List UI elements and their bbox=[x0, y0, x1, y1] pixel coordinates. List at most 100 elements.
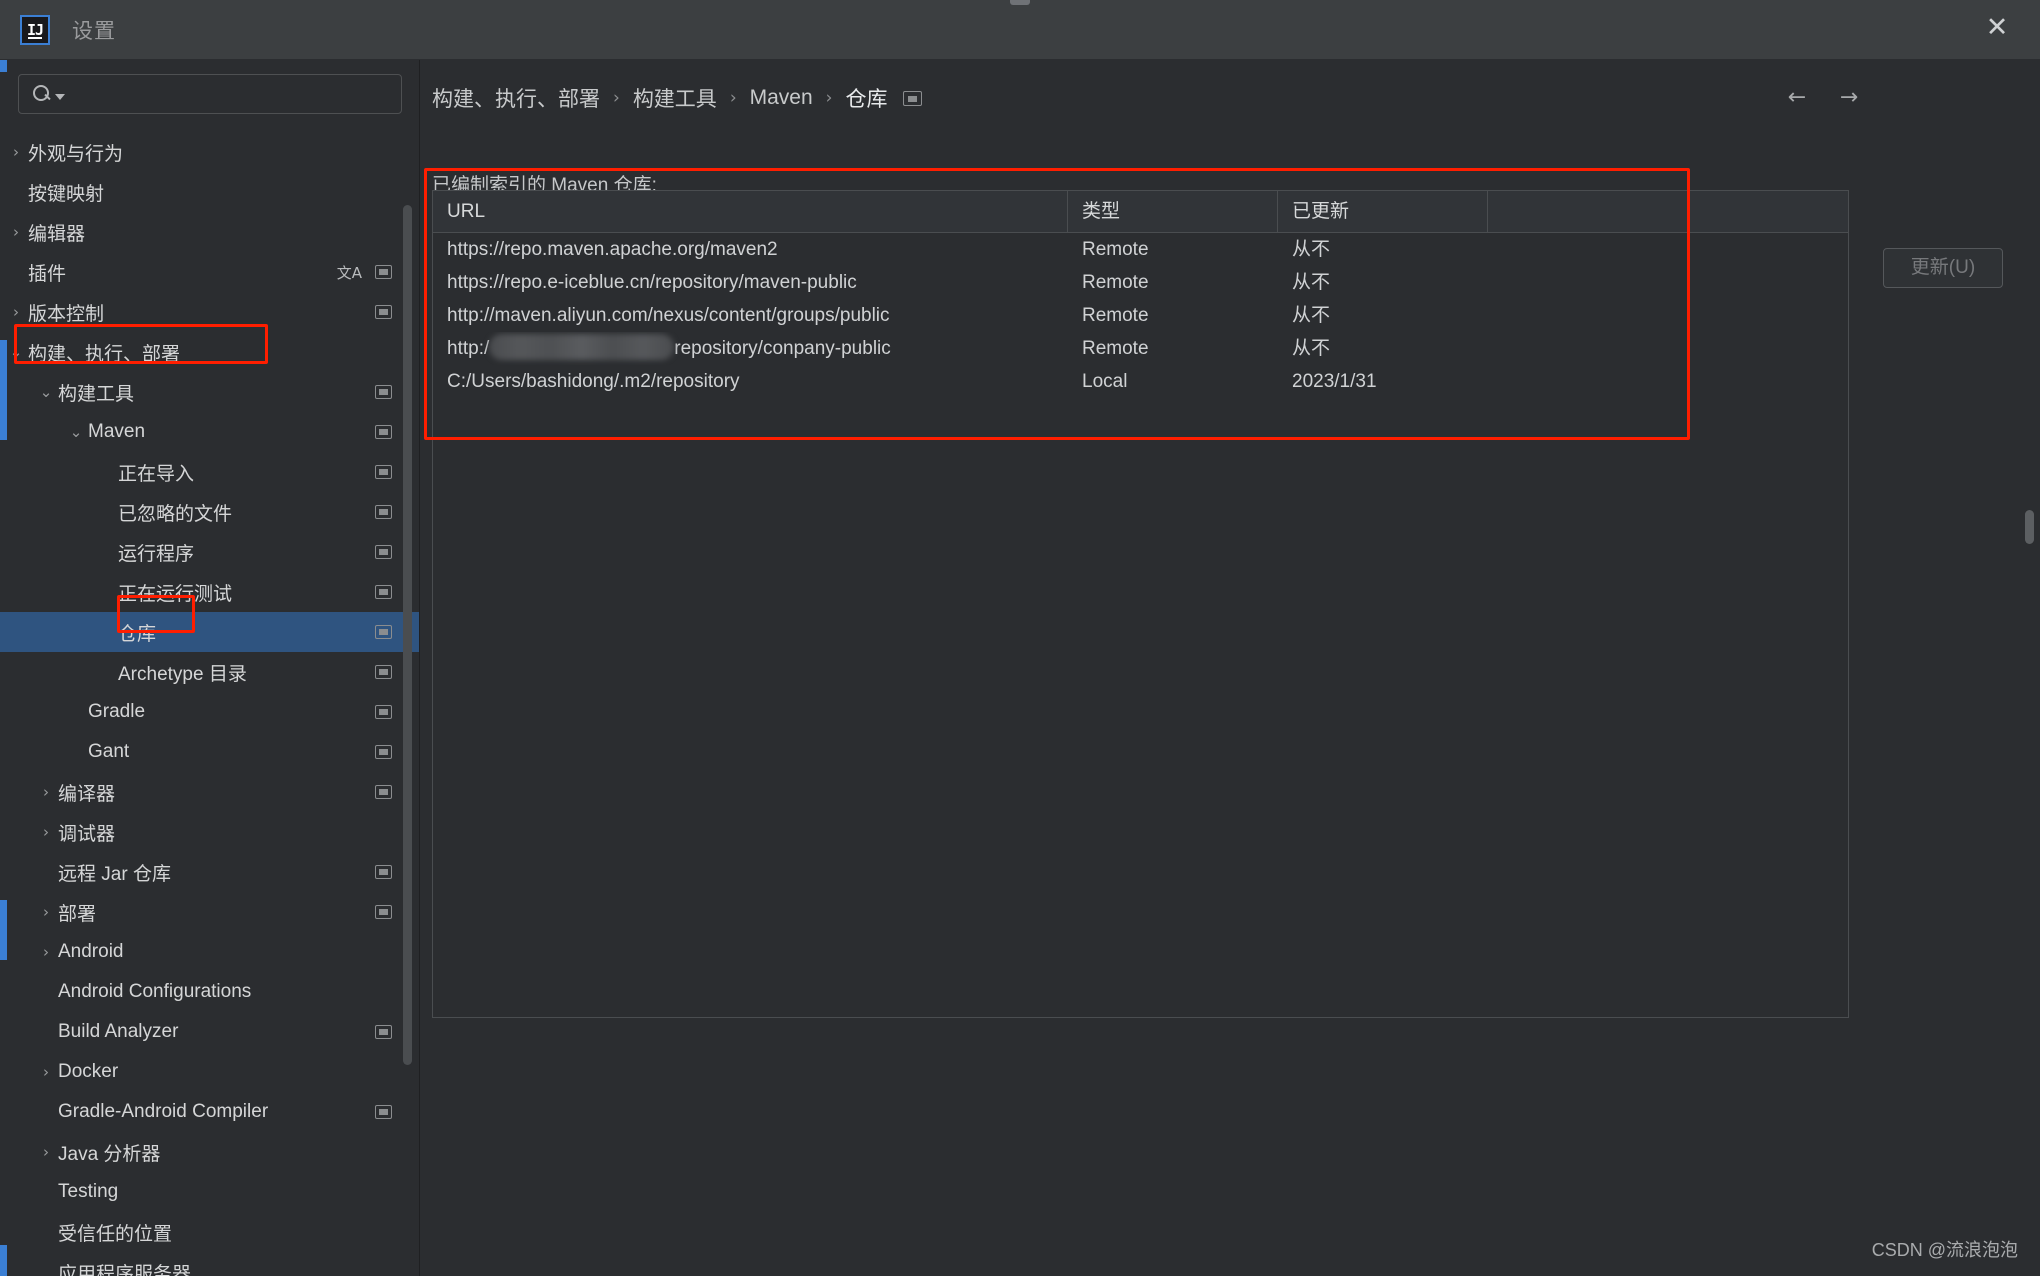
sidebar-item-24[interactable]: Gradle-Android Compiler bbox=[0, 1092, 420, 1132]
settings-chip-icon[interactable] bbox=[375, 1025, 392, 1039]
sidebar-item-12[interactable]: 仓库 bbox=[0, 612, 420, 652]
chevron-right-icon[interactable]: › bbox=[36, 823, 56, 841]
settings-chip-icon[interactable] bbox=[375, 865, 392, 879]
settings-chip-icon[interactable] bbox=[375, 785, 392, 799]
sidebar-item-23[interactable]: › Docker bbox=[0, 1052, 420, 1092]
table-row[interactable]: http://maven.aliyun.com/nexus/content/gr… bbox=[433, 299, 1848, 332]
settings-chip-icon[interactable] bbox=[375, 425, 392, 439]
content-scrollbar[interactable] bbox=[2025, 510, 2034, 544]
sidebar-item-10[interactable]: 运行程序 bbox=[0, 532, 420, 572]
table-column-header-3[interactable] bbox=[1488, 191, 1848, 233]
table-column-header-0[interactable]: URL bbox=[433, 190, 1068, 233]
settings-tree[interactable]: › 外观与行为 按键映射 › 编辑器 插件 文A › 版本控制 ⌄ 构建、执行、部署 ⌄ 构建工具 ⌄ Ma… bbox=[0, 132, 420, 1276]
chevron-right-icon[interactable]: › bbox=[36, 1143, 56, 1161]
translate-icon[interactable]: 文A bbox=[337, 262, 362, 283]
sidebar-item-28[interactable]: 应用程序服务器 bbox=[0, 1252, 420, 1276]
settings-chip-icon[interactable] bbox=[375, 465, 392, 479]
settings-chip-icon[interactable] bbox=[375, 385, 392, 399]
chevron-down-icon[interactable]: ⌄ bbox=[6, 343, 26, 361]
chevron-down-icon[interactable]: ⌄ bbox=[36, 383, 56, 401]
settings-chip-icon[interactable] bbox=[375, 665, 392, 679]
sidebar-item-13[interactable]: Archetype 目录 bbox=[0, 652, 420, 692]
sidebar-item-3[interactable]: 插件 文A bbox=[0, 252, 420, 292]
sidebar-item-label: 构建工具 bbox=[58, 383, 135, 405]
chevron-right-icon[interactable]: › bbox=[6, 223, 26, 241]
settings-chip-icon[interactable] bbox=[375, 1105, 392, 1119]
sidebar-item-0[interactable]: › 外观与行为 bbox=[0, 132, 420, 172]
sidebar-item-21[interactable]: Android Configurations bbox=[0, 972, 420, 1012]
sidebar-item-22[interactable]: Build Analyzer bbox=[0, 1012, 420, 1052]
cell-type: Remote bbox=[1082, 239, 1149, 260]
sidebar-item-label: 已忽略的文件 bbox=[118, 503, 233, 525]
chevron-down-icon[interactable] bbox=[55, 93, 65, 100]
chevron-right-icon[interactable]: › bbox=[36, 943, 56, 961]
chevron-right-icon[interactable]: › bbox=[36, 1063, 56, 1081]
window-drag-nub[interactable] bbox=[1010, 0, 1030, 5]
settings-sidebar: › 外观与行为 按键映射 › 编辑器 插件 文A › 版本控制 ⌄ 构建、执行、部署 ⌄ 构建工具 ⌄ Ma… bbox=[0, 60, 420, 1276]
table-row[interactable]: https://repo.maven.apache.org/maven2 Remo… bbox=[433, 233, 1848, 266]
sidebar-item-label: Android bbox=[58, 941, 124, 962]
sidebar-item-6[interactable]: ⌄ 构建工具 bbox=[0, 372, 420, 412]
sidebar-item-label: 应用程序服务器 bbox=[58, 1263, 192, 1276]
settings-chip-icon[interactable] bbox=[375, 705, 392, 719]
breadcrumb-item-0[interactable]: 构建、执行、部署 bbox=[432, 83, 600, 113]
chevron-right-icon[interactable]: › bbox=[36, 783, 56, 801]
chevron-right-icon[interactable]: › bbox=[6, 303, 26, 321]
sidebar-item-9[interactable]: 已忽略的文件 bbox=[0, 492, 420, 532]
chevron-right-icon[interactable]: › bbox=[36, 903, 56, 921]
table-row[interactable]: https://repo.e-iceblue.cn/repository/mav… bbox=[433, 266, 1848, 299]
settings-dialog: IJ 设置 ✕ › 外观与行为 按键映射 › 编辑器 插件 文A › 版本控制 ⌄ 构建、执行、部署… bbox=[0, 0, 2040, 1276]
settings-chip-icon[interactable] bbox=[375, 585, 392, 599]
table-row[interactable]: http:/ repository/conpany-public Remote 从不 bbox=[433, 332, 1848, 365]
sidebar-item-label: Docker bbox=[58, 1061, 119, 1082]
breadcrumb-settings-chip-icon[interactable] bbox=[903, 90, 923, 106]
sidebar-item-17[interactable]: › 调试器 bbox=[0, 812, 420, 852]
settings-chip-icon[interactable] bbox=[375, 545, 392, 559]
close-icon[interactable]: ✕ bbox=[1980, 12, 2014, 46]
forward-button[interactable]: → bbox=[1832, 82, 1866, 114]
settings-chip-icon[interactable] bbox=[375, 905, 392, 919]
sidebar-scrollbar[interactable] bbox=[403, 205, 412, 1065]
sidebar-item-11[interactable]: 正在运行测试 bbox=[0, 572, 420, 612]
chevron-right-icon[interactable]: › bbox=[6, 143, 26, 161]
search-box[interactable] bbox=[18, 74, 402, 114]
title-bar: IJ 设置 ✕ bbox=[0, 0, 2040, 60]
table-body[interactable]: https://repo.maven.apache.org/maven2 Remo… bbox=[433, 233, 1848, 398]
sidebar-item-7[interactable]: ⌄ Maven bbox=[0, 412, 420, 452]
sidebar-item-16[interactable]: › 编译器 bbox=[0, 772, 420, 812]
breadcrumb-item-1[interactable]: 构建工具 bbox=[633, 83, 717, 113]
settings-chip-icon[interactable] bbox=[375, 305, 392, 319]
table-column-header-2[interactable]: 已更新 bbox=[1278, 190, 1488, 233]
back-button[interactable]: ← bbox=[1780, 82, 1814, 114]
sidebar-item-8[interactable]: 正在导入 bbox=[0, 452, 420, 492]
maven-repositories-table[interactable]: URL 类型 已更新 https://repo.maven.apache.org/m… bbox=[432, 190, 1849, 1018]
sidebar-item-19[interactable]: › 部署 bbox=[0, 892, 420, 932]
settings-chip-icon[interactable] bbox=[375, 505, 392, 519]
sidebar-item-27[interactable]: 受信任的位置 bbox=[0, 1212, 420, 1252]
sidebar-item-15[interactable]: Gant bbox=[0, 732, 420, 772]
sidebar-item-14[interactable]: Gradle bbox=[0, 692, 420, 732]
cell-updated: 从不 bbox=[1292, 272, 1331, 293]
search-input[interactable] bbox=[65, 85, 401, 103]
table-row[interactable]: C:/Users/bashidong/.m2/repository Local 20… bbox=[433, 365, 1848, 398]
sidebar-item-1[interactable]: 按键映射 bbox=[0, 172, 420, 212]
search-container bbox=[0, 60, 420, 114]
left-edge-accent-top bbox=[0, 60, 7, 72]
breadcrumb[interactable]: 构建、执行、部署 › 构建工具 › Maven › 仓库 bbox=[432, 80, 923, 116]
settings-chip-icon[interactable] bbox=[375, 745, 392, 759]
sidebar-item-4[interactable]: › 版本控制 bbox=[0, 292, 420, 332]
settings-chip-icon[interactable] bbox=[375, 625, 392, 639]
sidebar-item-18[interactable]: 远程 Jar 仓库 bbox=[0, 852, 420, 892]
breadcrumb-item-2[interactable]: Maven bbox=[750, 86, 813, 110]
breadcrumb-item-3[interactable]: 仓库 bbox=[845, 83, 887, 113]
sidebar-item-25[interactable]: › Java 分析器 bbox=[0, 1132, 420, 1172]
update-button[interactable]: 更新(U) bbox=[1883, 248, 2003, 288]
sidebar-item-5[interactable]: ⌄ 构建、执行、部署 bbox=[0, 332, 420, 372]
table-column-header-1[interactable]: 类型 bbox=[1068, 190, 1278, 233]
chevron-down-icon[interactable]: ⌄ bbox=[66, 423, 86, 441]
sidebar-item-2[interactable]: › 编辑器 bbox=[0, 212, 420, 252]
sidebar-item-26[interactable]: Testing bbox=[0, 1172, 420, 1212]
sidebar-item-20[interactable]: › Android bbox=[0, 932, 420, 972]
settings-chip-icon[interactable] bbox=[375, 265, 392, 279]
sidebar-item-label: Android Configurations bbox=[58, 981, 252, 1002]
